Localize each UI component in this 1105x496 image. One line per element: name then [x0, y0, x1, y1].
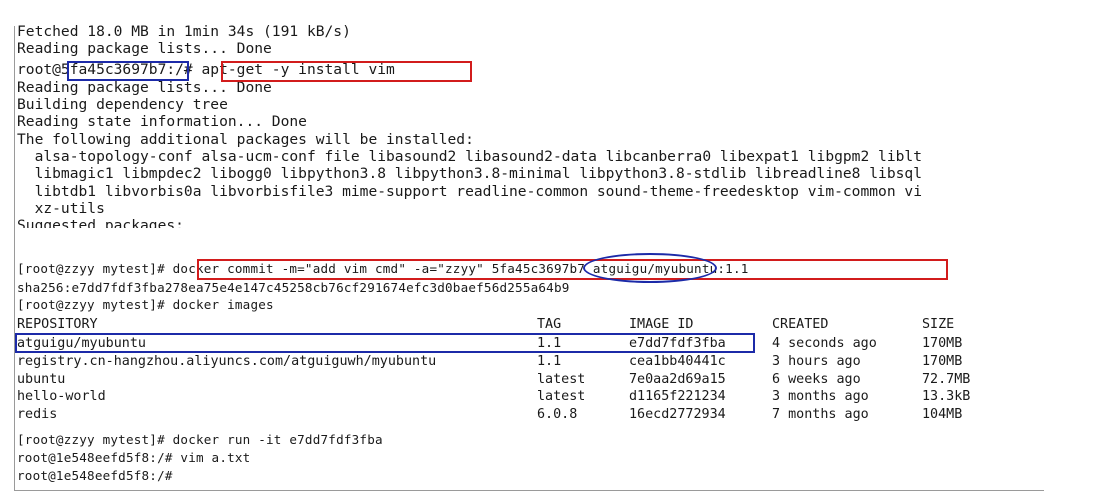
terminal-left-border — [14, 26, 15, 491]
table-header-repository: REPOSITORY — [17, 317, 98, 332]
terminal-line-docker-run: [root@zzyy mytest]# docker run -it e7dd7… — [17, 432, 383, 447]
row-created: 3 hours ago — [772, 354, 861, 369]
row-size: 13.3kB — [922, 389, 971, 404]
terminal-line-7: The following additional packages will b… — [17, 131, 474, 148]
terminal-line-9: libmagic1 libmpdec2 libogg0 libpython3.8… — [17, 165, 922, 182]
terminal-line-8: alsa-topology-conf alsa-ucm-conf file li… — [17, 148, 922, 165]
new-image-row-highlight — [15, 333, 755, 353]
row-created: 6 weeks ago — [772, 372, 861, 387]
row-image-id: d1165f221234 — [629, 389, 726, 404]
row-image-id: 16ecd2772934 — [629, 407, 726, 422]
row-image-id: cea1bb40441c — [629, 354, 726, 369]
row-image-id: 7e0aa2d69a15 — [629, 372, 726, 387]
docker-images-table: REPOSITORY TAG IMAGE ID CREATED SIZE atg… — [17, 316, 1097, 411]
table-header-size: SIZE — [922, 317, 955, 332]
terminal-line-10: libtdb1 libvorbis0a libvorbisfile3 mime-… — [17, 183, 922, 200]
table-row: ubuntu latest 7e0aa2d69a15 6 weeks ago 7… — [17, 371, 1097, 388]
row-repository: redis — [17, 407, 58, 422]
terminal-line-11: xz-utils — [17, 200, 105, 217]
row-repository: hello-world — [17, 389, 106, 404]
row-repository: ubuntu — [17, 372, 66, 387]
table-row: hello-world latest d1165f221234 3 months… — [17, 388, 1097, 405]
commit-command-highlight — [197, 259, 948, 280]
row-size: 170MB — [922, 354, 963, 369]
container-id-highlight — [67, 61, 189, 81]
row-tag: latest — [537, 372, 586, 387]
docker-images-table-last-row: redis 6.0.8 16ecd2772934 7 months ago 10… — [17, 406, 1097, 423]
install-command-highlight — [221, 61, 472, 82]
table-header-row: REPOSITORY TAG IMAGE ID CREATED SIZE — [17, 316, 1097, 333]
terminal-line-prompt: root@1e548eefd5f8:/# — [17, 468, 173, 483]
table-header-image-id: IMAGE ID — [629, 317, 694, 332]
row-size: 72.7MB — [922, 372, 971, 387]
terminal-line-12: Suggested packages: — [17, 217, 184, 228]
row-repository: registry.cn-hangzhou.aliyuncs.com/atguig… — [17, 354, 437, 369]
terminal-line-1: Fetched 18.0 MB in 1min 34s (191 kB/s) — [17, 23, 351, 40]
row-tag: 1.1 — [537, 354, 562, 369]
terminal-line-sha: sha256:e7dd7fdf3fba278ea75e4e147c45258cb… — [17, 280, 570, 295]
terminal-line-vim: root@1e548eefd5f8:/# vim a.txt — [17, 450, 251, 465]
table-header-created: CREATED — [772, 317, 829, 332]
row-tag: 6.0.8 — [537, 407, 578, 422]
row-size: 104MB — [922, 407, 963, 422]
terminal-window[interactable]: Fetched 18.0 MB in 1min 34s (191 kB/s) R… — [0, 0, 1105, 496]
row-created: 7 months ago — [772, 407, 869, 422]
table-header-tag: TAG — [537, 317, 562, 332]
commit-container-id-highlight — [583, 253, 717, 283]
row-size: 170MB — [922, 336, 963, 351]
terminal-line-5: Building dependency tree — [17, 96, 228, 113]
terminal-line-2: Reading package lists... Done — [17, 40, 272, 57]
terminal-line-images-cmd: [root@zzyy mytest]# docker images — [17, 297, 274, 312]
table-row: redis 6.0.8 16ecd2772934 7 months ago 10… — [17, 406, 1097, 423]
row-created: 3 months ago — [772, 389, 869, 404]
row-tag: latest — [537, 389, 586, 404]
terminal-bottom-border — [14, 490, 1044, 491]
terminal-line-6: Reading state information... Done — [17, 113, 307, 130]
row-created: 4 seconds ago — [772, 336, 877, 351]
table-row: registry.cn-hangzhou.aliyuncs.com/atguig… — [17, 353, 1097, 370]
